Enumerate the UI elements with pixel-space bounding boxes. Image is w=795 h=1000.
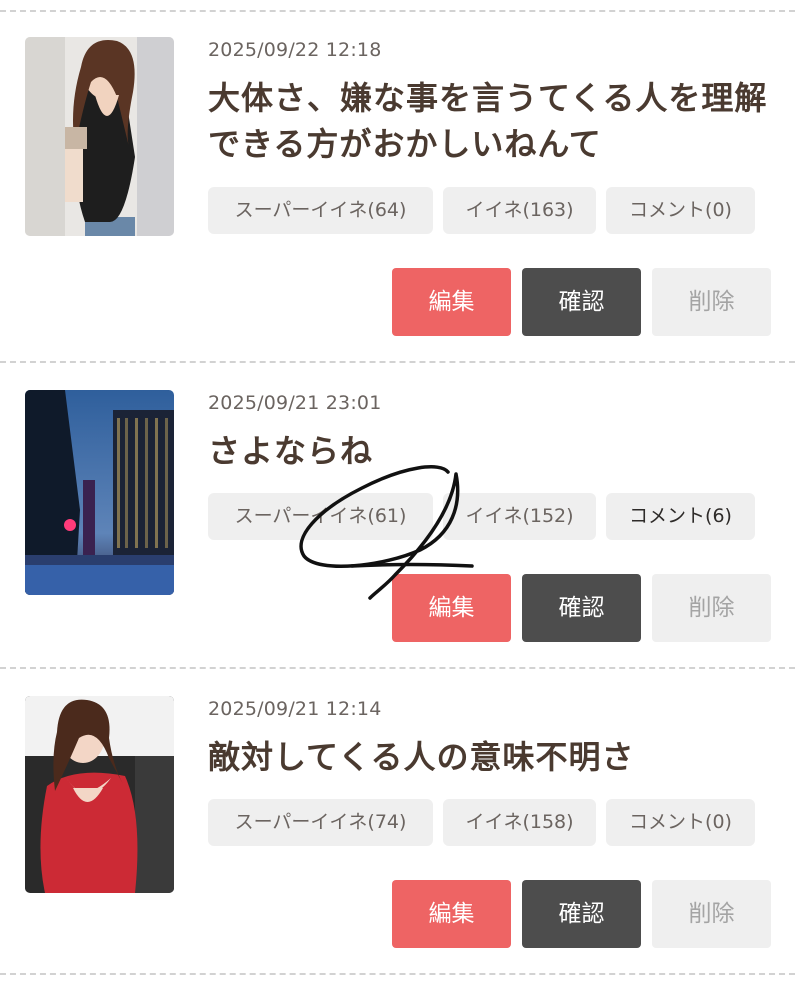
- confirm-button[interactable]: 確認: [522, 574, 641, 642]
- comment-count[interactable]: コメント(0): [606, 187, 755, 234]
- delete-button[interactable]: 削除: [652, 268, 771, 336]
- post-item: 2025/09/21 12:14 敵対してくる人の意味不明さ スーパーイイネ(7…: [0, 696, 795, 996]
- post-stats: スーパーイイネ(61) イイネ(152) コメント(6): [208, 493, 755, 540]
- comment-count[interactable]: コメント(6): [606, 493, 755, 540]
- post-actions: 編集 確認 削除: [392, 880, 771, 948]
- post-divider: [0, 10, 795, 12]
- super-like-count[interactable]: スーパーイイネ(74): [208, 799, 433, 846]
- post-thumbnail[interactable]: [25, 696, 174, 893]
- super-like-count[interactable]: スーパーイイネ(64): [208, 187, 433, 234]
- confirm-button[interactable]: 確認: [522, 268, 641, 336]
- post-divider: [0, 361, 795, 363]
- post-title[interactable]: 敵対してくる人の意味不明さ: [208, 734, 773, 780]
- post-item: 2025/09/21 23:01 さよならね スーパーイイネ(61) イイネ(1…: [0, 390, 795, 690]
- edit-button[interactable]: 編集: [392, 880, 511, 948]
- like-count[interactable]: イイネ(163): [443, 187, 596, 234]
- post-date: 2025/09/21 23:01: [208, 392, 382, 414]
- post-actions: 編集 確認 削除: [392, 268, 771, 336]
- post-item: 2025/09/22 12:18 大体さ、嫌な事を言うてくる人を理解できる方がお…: [0, 37, 795, 337]
- confirm-button[interactable]: 確認: [522, 880, 641, 948]
- post-date: 2025/09/22 12:18: [208, 39, 382, 61]
- post-title[interactable]: さよならね: [208, 428, 773, 474]
- post-stats: スーパーイイネ(74) イイネ(158) コメント(0): [208, 799, 755, 846]
- delete-button[interactable]: 削除: [652, 574, 771, 642]
- post-title[interactable]: 大体さ、嫌な事を言うてくる人を理解できる方がおかしいねんて: [208, 75, 773, 167]
- like-count[interactable]: イイネ(158): [443, 799, 596, 846]
- super-like-count[interactable]: スーパーイイネ(61): [208, 493, 433, 540]
- post-stats: スーパーイイネ(64) イイネ(163) コメント(0): [208, 187, 755, 234]
- post-actions: 編集 確認 削除: [392, 574, 771, 642]
- post-thumbnail[interactable]: [25, 390, 174, 595]
- edit-button[interactable]: 編集: [392, 574, 511, 642]
- comment-count[interactable]: コメント(0): [606, 799, 755, 846]
- post-thumbnail[interactable]: [25, 37, 174, 236]
- like-count[interactable]: イイネ(152): [443, 493, 596, 540]
- delete-button[interactable]: 削除: [652, 880, 771, 948]
- edit-button[interactable]: 編集: [392, 268, 511, 336]
- post-date: 2025/09/21 12:14: [208, 698, 382, 720]
